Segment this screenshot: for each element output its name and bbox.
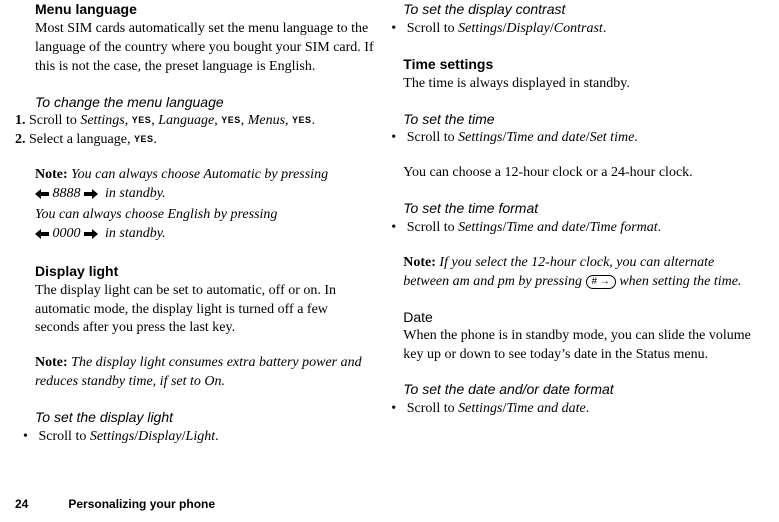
yes-key: YES — [221, 115, 241, 125]
bullet-set-display-contrast: Scroll to Settings/Display/Contrast. — [391, 20, 759, 39]
yes-key: YES — [134, 134, 154, 144]
para-date: When the phone is in standby mode, you c… — [403, 327, 759, 365]
bullet-item: Scroll to Settings/Display/Contrast. — [391, 20, 759, 39]
note1-code-8888: 8888 — [53, 186, 81, 201]
note2-text: The display light consumes extra battery… — [35, 355, 362, 389]
bullet-set-time: Scroll to Settings/Time and date/Set tim… — [391, 129, 759, 148]
step1-settings: Settings — [80, 113, 124, 128]
bullet-item: Scroll to Settings/Display/Light. — [23, 428, 375, 447]
step1-text-a: Scroll to — [29, 113, 80, 128]
right-arrow-icon — [84, 227, 98, 246]
note1-line2b: in standby. — [105, 226, 166, 241]
left-arrow-icon — [35, 227, 49, 246]
bullet-item: Scroll to Settings/Time and date. — [391, 400, 759, 419]
note-automatic-english: Note: You can always choose Automatic by… — [35, 166, 375, 246]
left-arrow-icon — [35, 187, 49, 206]
bullet-set-time-format: Scroll to Settings/Time and date/Time fo… — [391, 219, 759, 238]
para-menu-language: Most SIM cards automatically set the men… — [35, 20, 375, 77]
page-number: 24 — [15, 496, 28, 512]
heading-set-time-format: To set the time format — [403, 199, 759, 218]
heading-time-settings: Time settings — [403, 55, 759, 74]
left-column: Menu language Most SIM cards automatical… — [15, 0, 375, 447]
right-arrow-icon — [84, 187, 98, 206]
heading-set-display-light: To set the display light — [35, 408, 375, 427]
heading-menu-language: Menu language — [35, 0, 375, 19]
note-display-light: Note: The display light consumes extra b… — [35, 354, 375, 392]
note-label: Note: — [35, 355, 68, 370]
heading-display-light: Display light — [35, 262, 375, 281]
step2-text-a: Select a language, — [29, 132, 134, 147]
bullet-item: Scroll to Settings/Time and date/Set tim… — [391, 129, 759, 148]
heading-set-date: To set the date and/or date format — [403, 380, 759, 399]
note1-line1: You can always choose Automatic by press… — [71, 167, 328, 182]
heading-date: Date — [403, 308, 759, 327]
steps-change-language: 1. Scroll to Settings, YES, Language, YE… — [15, 112, 375, 150]
para-clock-choice: You can choose a 12-hour clock or a 24-h… — [403, 164, 759, 183]
bullet-set-date: Scroll to Settings/Time and date. — [391, 400, 759, 419]
footer-title: Personalizing your phone — [68, 496, 215, 512]
note-label: Note: — [35, 167, 68, 182]
note3-b: when setting the time. — [616, 274, 742, 289]
bullet-set-display-light: Scroll to Settings/Display/Light. — [23, 428, 375, 447]
step-2: 2. Select a language, YES. — [15, 131, 375, 150]
heading-set-time: To set the time — [403, 110, 759, 129]
heading-change-menu-language: To change the menu language — [35, 93, 375, 112]
bullet-item: Scroll to Settings/Time and date/Time fo… — [391, 219, 759, 238]
heading-set-display-contrast: To set the display contrast — [403, 0, 759, 19]
step1-language: Language — [158, 113, 214, 128]
note1-code-0000: 0000 — [53, 226, 81, 241]
para-display-light: The display light can be set to automati… — [35, 282, 375, 339]
note-12hour: Note: If you select the 12-hour clock, y… — [403, 254, 759, 292]
step1-menus: Menus — [248, 113, 285, 128]
yes-key: YES — [132, 115, 152, 125]
page-footer: 24 Personalizing your phone — [15, 496, 215, 512]
step-1: 1. Scroll to Settings, YES, Language, YE… — [15, 112, 375, 131]
para-time-settings: The time is always displayed in standby. — [403, 75, 759, 94]
note1-line1b: in standby. — [105, 186, 166, 201]
yes-key: YES — [292, 115, 312, 125]
note-label: Note: — [403, 255, 436, 270]
hash-key-icon: # → — [586, 275, 616, 289]
note1-line2: You can always choose English by pressin… — [35, 206, 375, 225]
right-column: To set the display contrast Scroll to Se… — [399, 0, 759, 447]
